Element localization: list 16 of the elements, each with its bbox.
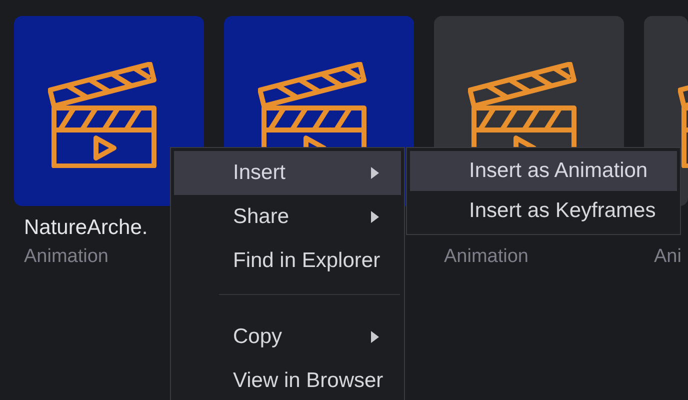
asset-thumbnail[interactable] xyxy=(14,16,204,206)
asset-type: Ani xyxy=(653,246,682,268)
menu-item[interactable]: View in Browser xyxy=(174,359,401,400)
submenu-arrow-icon xyxy=(371,167,379,179)
menu-item[interactable]: Insert xyxy=(174,151,401,195)
menu-item[interactable]: Copy xyxy=(174,315,401,359)
menu-item[interactable]: Find in Explorer xyxy=(174,239,401,283)
menu-item[interactable]: Share xyxy=(174,195,401,239)
submenu-arrow-icon xyxy=(371,331,379,343)
menu-item[interactable]: Insert as Animation xyxy=(410,151,677,191)
clapperboard-icon xyxy=(48,62,158,168)
submenu-arrow-icon xyxy=(371,211,379,223)
asset-type: Animation xyxy=(23,246,110,268)
asset-type: Animation xyxy=(443,246,530,268)
asset-name: NatureArche. xyxy=(23,216,149,241)
menu-item[interactable]: Insert as Keyframes xyxy=(410,191,677,231)
